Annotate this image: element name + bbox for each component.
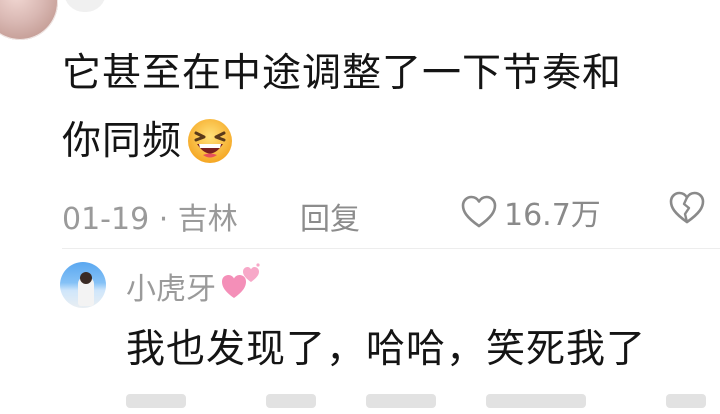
- divider: [62, 248, 720, 249]
- heart-outline-icon: [461, 195, 497, 228]
- reply-body: 我也发现了，哈哈，笑死我了: [126, 327, 647, 372]
- comment-line-2-text: 你同频: [62, 119, 183, 164]
- comment-line-1: 它甚至在中途调整了一下节奏和: [62, 51, 623, 96]
- reply-avatar[interactable]: [60, 262, 106, 308]
- comment-line-2: 你同频: [62, 108, 712, 176]
- cropped-meta-row: [126, 394, 720, 414]
- reply-username-row: 小虎牙: [126, 263, 264, 308]
- like-count: 16.7万: [504, 198, 601, 233]
- cropped-placeholder: [126, 394, 186, 408]
- pink-hearts-icon: [222, 263, 260, 298]
- chevron-down-icon: [64, 0, 106, 12]
- broken-heart-icon: [669, 191, 705, 224]
- comment-meta-row: 01-19 · 吉林 回复 16.7万: [62, 190, 712, 238]
- cropped-placeholder: [486, 394, 586, 408]
- reply-username[interactable]: 小虎牙: [126, 264, 216, 308]
- avatar-hair: [80, 272, 92, 284]
- comment-time-location: 01-19 · 吉林: [62, 202, 238, 237]
- cropped-placeholder: [366, 394, 436, 408]
- reply-button[interactable]: 回复: [300, 194, 360, 238]
- commenter-avatar[interactable]: [0, 0, 58, 40]
- laughing-face-icon: [186, 117, 234, 165]
- dislike-button[interactable]: [668, 190, 706, 234]
- comment-body: 它甚至在中途调整了一下节奏和 你同频: [62, 40, 712, 176]
- cropped-placeholder: [666, 394, 706, 408]
- cropped-placeholder: [266, 394, 316, 408]
- like-button[interactable]: 16.7万: [460, 190, 601, 234]
